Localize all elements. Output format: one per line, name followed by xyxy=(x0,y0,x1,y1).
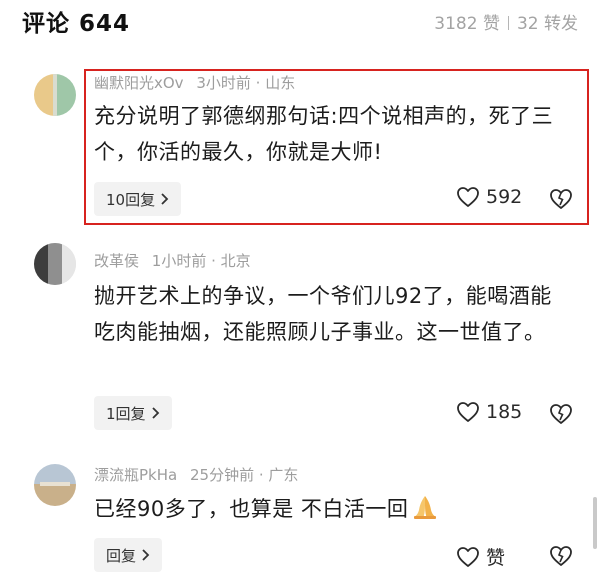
comment-text-content: 已经90多了，也算是 不白活一回 xyxy=(94,497,409,521)
like-count: 赞 xyxy=(486,547,506,569)
likes-count[interactable]: 3182 赞 xyxy=(434,14,500,34)
username[interactable]: 改革侯 xyxy=(94,252,139,270)
highlight-box xyxy=(84,69,589,225)
reply-button[interactable]: 1回复 xyxy=(94,396,172,430)
reply-label: 1回复 xyxy=(106,404,146,423)
avatar[interactable] xyxy=(34,464,76,506)
comment-time: 25分钟前 xyxy=(190,466,255,484)
comment-meta: 改革侯 1小时前 · 北京 xyxy=(94,250,251,271)
shares-count[interactable]: 32 转发 xyxy=(517,14,578,34)
praying-hands-emoji xyxy=(414,496,437,519)
username[interactable]: 漂流瓶PkHa xyxy=(94,466,177,484)
heart-icon xyxy=(457,402,479,422)
meta-dot: · xyxy=(258,466,269,484)
avatar[interactable] xyxy=(34,74,76,116)
comment-location: 广东 xyxy=(268,466,299,484)
comment-text: 已经90多了，也算是 不白活一回 xyxy=(94,491,569,527)
broken-heart-icon[interactable] xyxy=(549,402,573,426)
meta-dot: · xyxy=(211,252,221,270)
broken-heart-icon[interactable] xyxy=(549,544,573,568)
stats-divider xyxy=(507,16,509,30)
scrollbar[interactable] xyxy=(593,497,597,549)
chevron-right-icon xyxy=(142,549,150,561)
post-stats: 3182 赞 32 转发 xyxy=(434,9,578,34)
comment-meta: 漂流瓶PkHa 25分钟前 · 广东 xyxy=(94,464,298,485)
reply-button[interactable]: 回复 xyxy=(94,538,163,572)
heart-icon xyxy=(457,546,479,567)
chevron-right-icon xyxy=(151,407,159,419)
comment-text: 抛开艺术上的争议，一个爷们儿92了，能喝酒能吃肉能抽烟，还能照顾儿子事业。这一世… xyxy=(94,284,552,344)
comments-header: 评论 644 3182 赞 32 转发 xyxy=(0,0,600,48)
comment-location: 北京 xyxy=(220,252,251,270)
like-button[interactable]: 赞 xyxy=(456,543,505,570)
reply-label: 回复 xyxy=(106,546,137,565)
like-count: 185 xyxy=(486,401,523,423)
comments-title: 评论 644 xyxy=(22,11,131,37)
like-button[interactable]: 185 xyxy=(456,401,522,423)
comment-time: 1小时前 xyxy=(151,252,207,270)
avatar[interactable] xyxy=(34,243,76,285)
